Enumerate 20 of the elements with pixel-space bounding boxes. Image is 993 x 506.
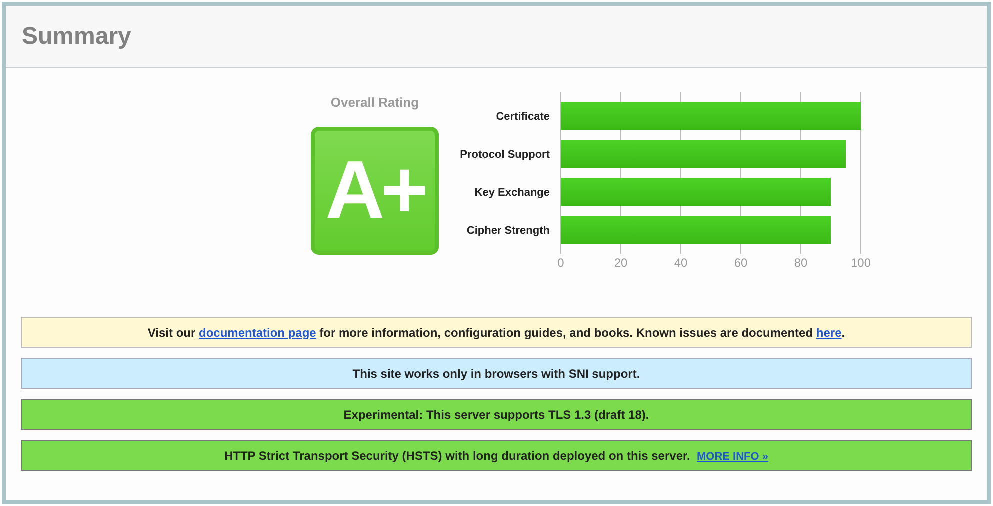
section-title: Summary xyxy=(22,22,132,50)
category-label: Certificate xyxy=(496,111,550,123)
notice-text: This site works only in browsers with SNI support. xyxy=(352,366,640,380)
rating-label: Overall Rating xyxy=(330,94,420,112)
axis-tick-label: 100 xyxy=(850,256,872,270)
notice-text: Experimental: This server supports TLS 1.3 (draft 18). xyxy=(344,408,650,422)
grade-badge: A+ xyxy=(311,127,439,255)
axis-tick-label: 20 xyxy=(614,256,628,270)
link[interactable]: documentation page xyxy=(199,326,316,340)
axis-tick-label: 0 xyxy=(558,256,564,270)
category-label: Protocol Support xyxy=(460,149,550,161)
axis-tick-label: 40 xyxy=(674,256,688,270)
category-label: Cipher Strength xyxy=(466,225,550,237)
axis-tick-label: 60 xyxy=(734,256,748,270)
category-label: Key Exchange xyxy=(474,187,550,199)
notice-text: Visit our documentation page for more information, configuration guides, and books. Known issues are documented here. xyxy=(148,326,846,340)
link[interactable]: here xyxy=(816,326,842,340)
link[interactable]: MORE INFO » xyxy=(697,450,769,462)
axis-tick-label: 80 xyxy=(794,256,808,270)
notice-text: HTTP Strict Transport Security (HSTS) with long duration deployed on this server. MORE INFO » xyxy=(224,448,769,462)
